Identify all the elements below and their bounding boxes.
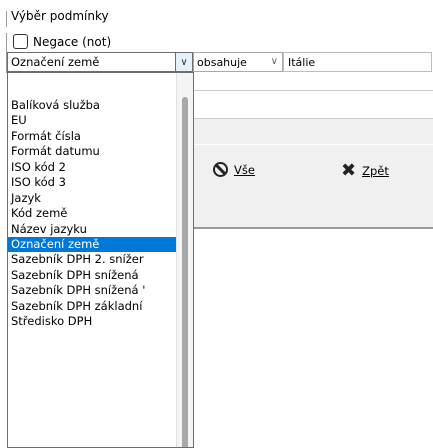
back-button[interactable]: ✖ Zpět bbox=[341, 162, 389, 180]
ban-icon bbox=[213, 162, 228, 177]
results-area bbox=[193, 227, 433, 448]
field-select-value: Označení země bbox=[11, 55, 100, 69]
dropdown-option[interactable]: Středisko DPH bbox=[8, 314, 177, 329]
negation-toggle[interactable]: Negace (not) bbox=[13, 34, 111, 49]
dropdown-option[interactable]: Formát čísla bbox=[8, 129, 177, 144]
dropdown-option[interactable]: Sazebník DPH základní bbox=[8, 299, 177, 314]
dropdown-items: Balíková služba EU Formát čísla Formát datu… bbox=[8, 98, 177, 330]
field-select[interactable]: Označení země ∨ bbox=[7, 52, 193, 72]
chevron-down-icon[interactable]: ∨ bbox=[175, 53, 192, 71]
dropdown-option[interactable]: Sazebník DPH snížená bbox=[8, 268, 177, 283]
dropdown-option[interactable]: Balíková služba bbox=[8, 98, 177, 113]
operator-select[interactable]: obsahuje ∨ bbox=[193, 52, 283, 72]
dropdown-option[interactable]: Kód země bbox=[8, 206, 177, 221]
panel-divider bbox=[193, 90, 433, 91]
dropdown-option[interactable]: EU bbox=[8, 113, 177, 128]
close-icon: ✖ bbox=[341, 160, 357, 181]
back-button-label: Zpět bbox=[362, 164, 389, 178]
button-panel bbox=[193, 145, 433, 227]
dropdown-option[interactable]: ISO kód 3 bbox=[8, 175, 177, 190]
dropdown-option[interactable]: Jazyk bbox=[8, 191, 177, 206]
dropdown-option[interactable]: Název jazyku bbox=[8, 222, 177, 237]
negation-label: Negace (not) bbox=[33, 34, 112, 49]
value-input[interactable]: Itálie bbox=[283, 52, 432, 72]
all-button[interactable]: Vše bbox=[213, 162, 255, 177]
dialog-title: Výběr podmínky bbox=[11, 9, 109, 23]
scrollbar-thumb[interactable] bbox=[182, 97, 188, 447]
dropdown-option[interactable]: Označení země bbox=[8, 236, 177, 253]
dropdown-option[interactable]: Formát datumu bbox=[8, 144, 177, 159]
field-dropdown-list[interactable]: Balíková služba EU Formát čísla Formát datu… bbox=[7, 72, 194, 448]
all-button-label: Vše bbox=[234, 162, 255, 177]
title-divider bbox=[6, 11, 7, 27]
dropdown-option[interactable]: Sazebník DPH 2. snížer bbox=[8, 252, 177, 267]
dropdown-option[interactable]: ISO kód 2 bbox=[8, 160, 177, 175]
panel-strip bbox=[193, 118, 433, 144]
operator-select-value: obsahuje bbox=[197, 56, 247, 69]
dropdown-scrollbar[interactable] bbox=[176, 73, 193, 447]
chevron-down-icon[interactable]: ∨ bbox=[271, 56, 278, 67]
negation-checkbox[interactable] bbox=[13, 34, 28, 49]
dropdown-option[interactable]: Sazebník DPH snížená ' bbox=[8, 283, 177, 298]
